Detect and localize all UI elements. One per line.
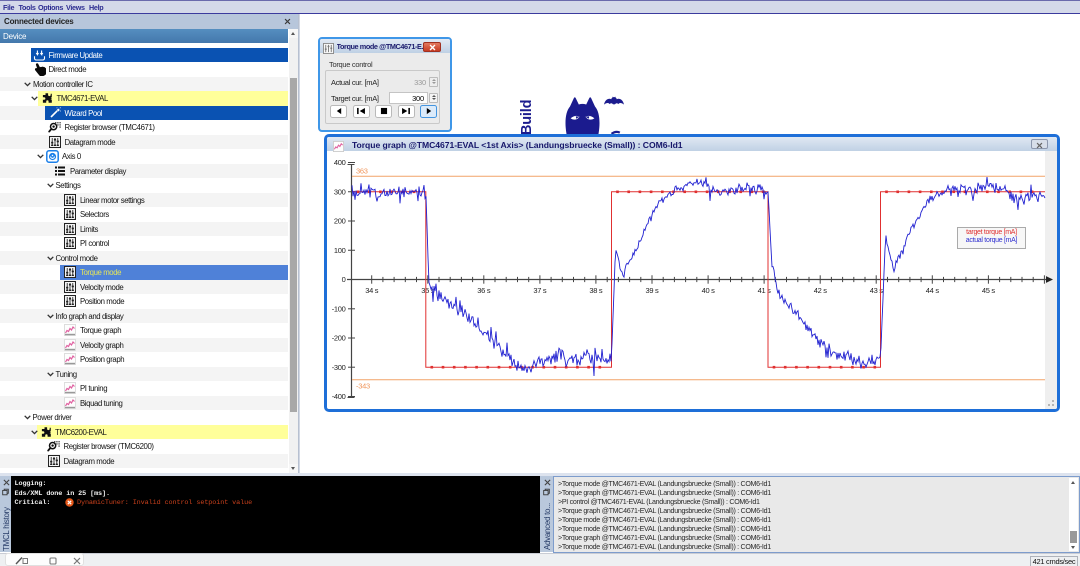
svg-text:363: 363 <box>356 166 368 175</box>
svg-text:38 s: 38 s <box>589 286 603 295</box>
svg-text:39 s: 39 s <box>646 286 660 295</box>
svg-text:42 s: 42 s <box>814 286 828 295</box>
svg-text:36 s: 36 s <box>477 286 491 295</box>
svg-text:44 s: 44 s <box>926 286 940 295</box>
svg-text:-100: -100 <box>332 304 346 313</box>
svg-text:34 s: 34 s <box>365 286 379 295</box>
svg-text:400: 400 <box>334 158 346 167</box>
svg-text:-343: -343 <box>356 381 370 390</box>
svg-text:0: 0 <box>342 275 346 284</box>
svg-text:-200: -200 <box>332 334 346 343</box>
svg-text:200: 200 <box>334 217 346 226</box>
svg-text:-400: -400 <box>332 392 346 401</box>
svg-text:100: 100 <box>334 246 346 255</box>
svg-text:37 s: 37 s <box>533 286 547 295</box>
svg-text:43 s: 43 s <box>870 286 884 295</box>
svg-text:41 s: 41 s <box>758 286 772 295</box>
svg-text:45 s: 45 s <box>982 286 996 295</box>
svg-text:40 s: 40 s <box>702 286 716 295</box>
svg-text:300: 300 <box>334 187 346 196</box>
svg-text:-300: -300 <box>332 363 346 372</box>
